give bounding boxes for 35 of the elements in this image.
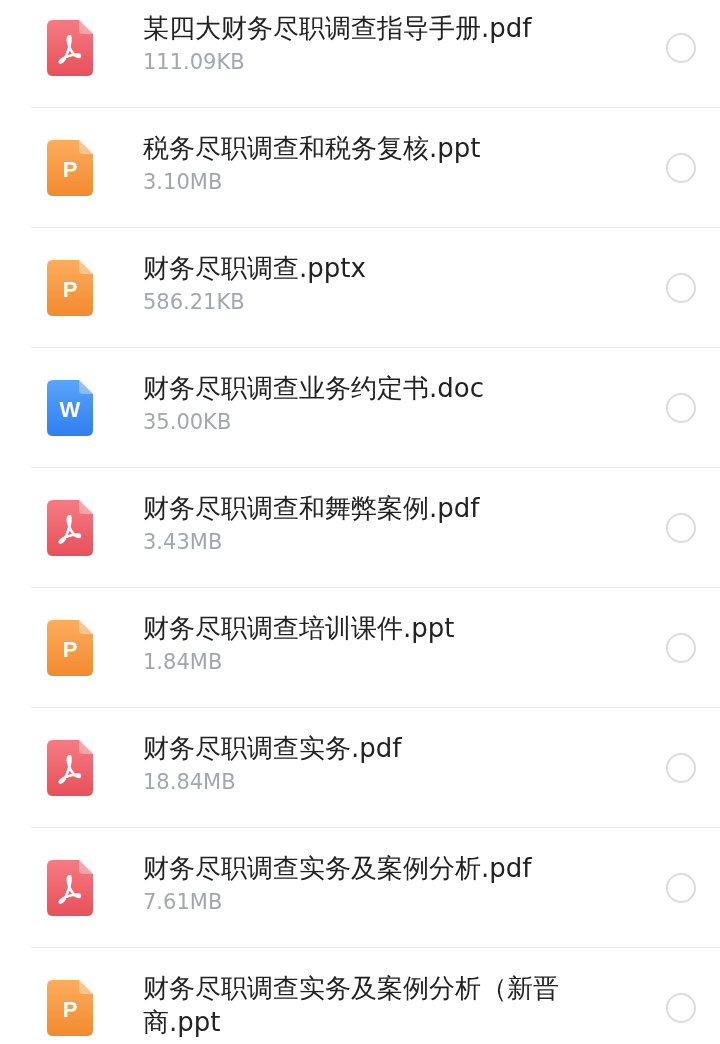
select-radio[interactable]: [666, 752, 696, 783]
file-name: 财务尽职调查实务及案例分析（新晋商.ppt: [143, 971, 560, 1039]
select-radio[interactable]: [666, 872, 696, 903]
file-name: 财务尽职调查实务.pdf: [143, 731, 403, 765]
file-size: 3.43MB: [143, 528, 224, 556]
file-size: 1.84MB: [143, 648, 224, 676]
pdf-file-icon: [47, 499, 93, 556]
pdf-file-icon: [47, 739, 93, 796]
select-radio[interactable]: [666, 992, 696, 1023]
file-size: 586.21KB: [143, 288, 246, 316]
file-size: 35.00KB: [143, 408, 233, 436]
file-name: 财务尽职调查和舞弊案例.pdf: [143, 491, 481, 525]
slides-file-icon: P: [47, 619, 93, 676]
select-radio[interactable]: [666, 632, 696, 663]
file-name: 财务尽职调查实务及案例分析.pdf: [143, 851, 533, 885]
file-size: 111.09KB: [143, 48, 246, 76]
file-name: 财务尽职调查.pptx: [143, 251, 367, 285]
file-name: 财务尽职调查业务约定书.doc: [143, 371, 485, 405]
slides-file-icon: P: [47, 259, 93, 316]
file-name: 财务尽职调查培训课件.ppt: [143, 611, 456, 645]
pdf-file-icon: [47, 19, 93, 76]
file-name: 税务尽职调查和税务复核.ppt: [143, 131, 482, 165]
pdf-file-icon: [47, 859, 93, 916]
file-size: 18.84MB: [143, 768, 237, 796]
word-file-icon: W: [47, 379, 93, 436]
select-radio[interactable]: [666, 392, 696, 423]
slides-file-icon: P: [47, 139, 93, 196]
slides-file-icon: P: [47, 979, 93, 1036]
select-radio[interactable]: [666, 272, 696, 303]
select-radio[interactable]: [666, 512, 696, 543]
file-name: 某四大财务尽职调查指导手册.pdf: [143, 11, 533, 45]
select-radio[interactable]: [666, 152, 696, 183]
file-size: 3.10MB: [143, 168, 224, 196]
file-size: 7.61MB: [143, 888, 224, 916]
select-radio[interactable]: [666, 32, 696, 63]
